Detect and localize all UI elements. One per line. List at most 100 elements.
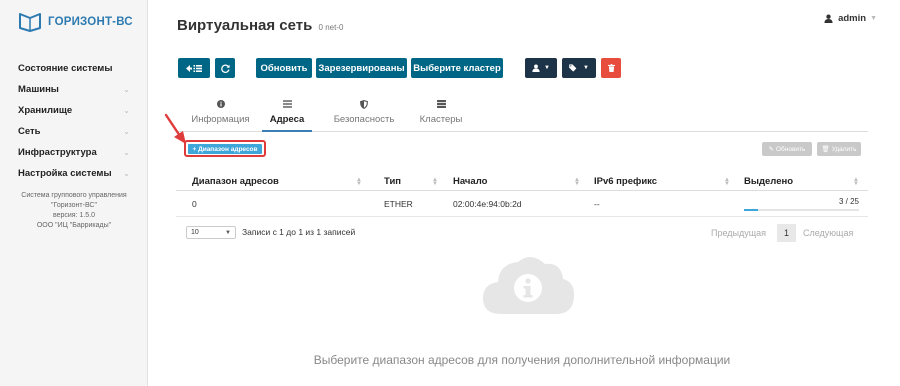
- tab-label: Информация: [191, 114, 250, 125]
- pagination-next[interactable]: Следующая: [803, 228, 853, 238]
- column-header-type[interactable]: Тип: [384, 176, 401, 187]
- cloud-info-icon: [483, 256, 575, 314]
- cell-type: ETHER: [384, 199, 413, 209]
- delete-range-label: Удалить: [831, 145, 857, 153]
- sidebar-item-machines[interactable]: Машины ⌄: [0, 79, 148, 100]
- user-icon: [532, 64, 540, 72]
- page-title: Виртуальная сеть 0 net-0: [177, 17, 343, 34]
- sidebar-item-label: Сеть: [18, 126, 41, 137]
- cell-allocated: 3 / 25: [744, 197, 859, 211]
- cell-start: 02:00:4e:94:0b:2d: [453, 199, 522, 209]
- sidebar-item-label: Машины: [18, 84, 59, 95]
- system-info-line: "Горизонт-ВС": [51, 202, 97, 209]
- tab-security[interactable]: Безопасность: [326, 97, 402, 132]
- records-info: Записи с 1 до 1 из 1 записей: [242, 227, 356, 237]
- sidebar-item-network[interactable]: Сеть ⌄: [0, 121, 148, 142]
- allocation-progress-fill: [744, 209, 758, 211]
- empty-state-message: Выберите диапазон адресов для получения …: [313, 353, 731, 367]
- update-range-button[interactable]: ✎ Обновить: [762, 142, 812, 156]
- chevron-down-icon: ⌄: [123, 85, 130, 94]
- info-icon: [216, 98, 225, 110]
- edit-icon: ✎: [768, 146, 774, 153]
- page-size-select[interactable]: 10 ▼: [186, 226, 236, 239]
- sort-icon: ▲ ▼: [432, 177, 438, 187]
- cell-ipv6: --: [594, 199, 600, 209]
- column-header-ipv6[interactable]: IPv6 префикс: [594, 176, 657, 187]
- page-subtitle: 0 net-0: [318, 23, 344, 32]
- user-menu[interactable]: admin ▼: [824, 13, 877, 24]
- pagination-current-page[interactable]: 1: [777, 224, 796, 242]
- brand-name: ГОРИЗОНТ-ВС: [48, 16, 133, 28]
- tab-bar: Информация Адреса Безопасность Кластеры: [176, 97, 868, 132]
- allocation-progress-bar: [744, 209, 859, 211]
- sidebar-item-label: Инфраструктура: [18, 147, 97, 158]
- update-range-label: Обновить: [776, 145, 806, 153]
- page-title-text: Виртуальная сеть: [177, 17, 313, 34]
- app: ГОРИЗОНТ-ВС Состояние системы Машины ⌄ Х…: [0, 0, 900, 386]
- trash-icon: 🗑: [821, 146, 830, 153]
- address-range-table: Диапазон адресов ▲ ▼ Тип ▲ ▼ Начало ▲ ▼ IPv…: [176, 172, 868, 217]
- pagination-previous[interactable]: Предыдущая: [711, 228, 766, 238]
- tags-icon: [569, 64, 577, 72]
- list-icon: [282, 98, 292, 110]
- back-to-list-button[interactable]: [178, 58, 210, 78]
- user-name: admin: [838, 13, 867, 24]
- page-size-value: 10: [191, 229, 199, 236]
- caret-down-icon: ▼: [544, 65, 550, 71]
- caret-down-icon: ▼: [225, 229, 231, 236]
- caret-down-icon: ▼: [583, 65, 589, 71]
- chevron-down-icon: ▼: [870, 15, 877, 22]
- server-icon: [436, 98, 446, 110]
- system-info: Система группового управления "Горизонт-…: [0, 191, 148, 231]
- refresh-icon: [220, 64, 230, 73]
- sort-icon: ▲ ▼: [724, 177, 730, 187]
- sidebar-item-settings[interactable]: Настройка системы ⌄: [0, 163, 148, 184]
- user-icon: [824, 14, 833, 23]
- labels-dropdown-button[interactable]: ▼: [562, 58, 596, 78]
- sidebar-item-storage[interactable]: Хранилище ⌄: [0, 100, 148, 121]
- sidebar-item-status[interactable]: Состояние системы: [0, 58, 148, 79]
- chevron-down-icon: ⌄: [123, 106, 130, 115]
- allocated-label: 3 / 25: [838, 197, 859, 206]
- shield-icon: [360, 98, 368, 110]
- sort-icon: ▲ ▼: [853, 177, 859, 187]
- trash-icon: [607, 64, 615, 72]
- column-header-start[interactable]: Начало: [453, 176, 487, 187]
- table-header: Диапазон адресов ▲ ▼ Тип ▲ ▼ Начало ▲ ▼ IPv…: [176, 172, 868, 191]
- system-info-line: Система группового управления: [21, 192, 127, 199]
- sidebar: ГОРИЗОНТ-ВС Состояние системы Машины ⌄ Х…: [0, 0, 148, 386]
- tab-info[interactable]: Информация: [187, 97, 254, 132]
- sort-icon: ▲ ▼: [356, 177, 362, 187]
- back-list-icon: [186, 64, 202, 72]
- system-info-company: ООО "ИЦ "Баррикады": [36, 222, 112, 229]
- logo-icon: [19, 13, 41, 32]
- delete-network-button[interactable]: [601, 58, 621, 78]
- column-header-allocated[interactable]: Выделено: [744, 176, 793, 187]
- reserved-button[interactable]: Зарезервированы: [316, 58, 407, 78]
- refresh-button[interactable]: Обновить: [256, 58, 312, 78]
- sidebar-nav: Состояние системы Машины ⌄ Хранилище ⌄ С…: [0, 58, 148, 184]
- sort-icon: ▲ ▼: [574, 177, 580, 187]
- owner-dropdown-button[interactable]: ▼: [525, 58, 557, 78]
- chevron-down-icon: ⌄: [123, 127, 130, 136]
- logo[interactable]: ГОРИЗОНТ-ВС: [18, 12, 133, 32]
- sidebar-item-label: Состояние системы: [18, 63, 113, 74]
- sidebar-item-label: Хранилище: [18, 105, 73, 116]
- delete-range-button[interactable]: 🗑 Удалить: [817, 142, 861, 156]
- select-cluster-button[interactable]: Выберите кластер: [411, 58, 503, 78]
- tab-addresses[interactable]: Адреса: [262, 97, 312, 132]
- tab-label: Кластеры: [419, 114, 463, 125]
- add-address-range-button[interactable]: + Диапазон адресов: [188, 144, 262, 154]
- table-row[interactable]: 0 ETHER 02:00:4e:94:0b:2d -- 3 / 25: [176, 191, 868, 217]
- tab-label: Адреса: [269, 114, 305, 125]
- chevron-down-icon: ⌄: [123, 148, 130, 157]
- sidebar-item-label: Настройка системы: [18, 168, 112, 179]
- tab-clusters[interactable]: Кластеры: [413, 97, 469, 132]
- reload-button[interactable]: [215, 58, 235, 78]
- tab-label: Безопасность: [333, 114, 395, 125]
- chevron-down-icon: ⌄: [123, 169, 130, 178]
- system-info-version: версия: 1.5.0: [52, 212, 96, 219]
- column-header-range[interactable]: Диапазон адресов: [192, 176, 279, 187]
- sidebar-item-infrastructure[interactable]: Инфраструктура ⌄: [0, 142, 148, 163]
- cell-range: 0: [192, 199, 197, 209]
